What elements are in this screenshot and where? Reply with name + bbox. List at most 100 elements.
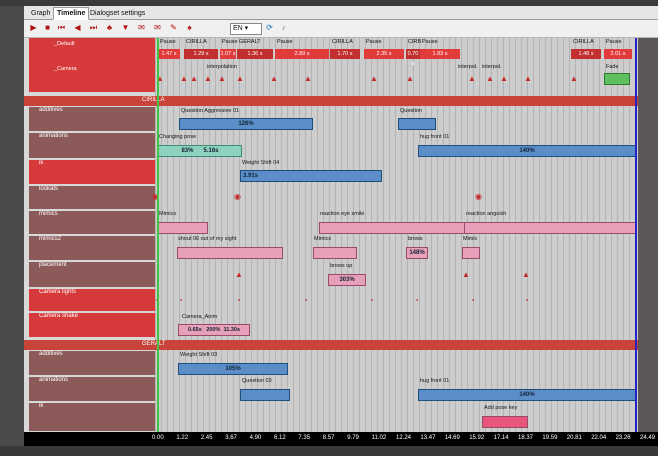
track-label-additives[interactable]: additives xyxy=(29,107,155,131)
clip-animation[interactable]: 140% xyxy=(418,389,636,401)
default-block[interactable]: 1.36 s xyxy=(237,49,273,59)
camera-key-icon[interactable]: ▲ xyxy=(570,74,578,83)
clip-additive[interactable]: 105% xyxy=(178,363,288,375)
clip-mimic[interactable] xyxy=(319,222,469,234)
tab-dialogset-settings[interactable]: Dialogset settings xyxy=(86,7,149,20)
light-event-icon[interactable]: ◔ xyxy=(524,296,529,305)
group-header-geralt[interactable]: GERALT xyxy=(24,340,638,350)
clip-additive[interactable] xyxy=(398,118,436,130)
ruler-tick: 22.04 xyxy=(591,435,607,441)
rewind-start-icon[interactable]: ⏮ xyxy=(56,22,67,33)
flag-icon[interactable]: ♠ xyxy=(184,22,195,33)
clip-ik[interactable]: 3.91s xyxy=(240,170,382,182)
track-label-animations[interactable]: animations xyxy=(29,133,155,158)
track-label-camera-shake[interactable]: Camera shake xyxy=(29,313,155,337)
dialog-alt-icon[interactable]: ✉ xyxy=(152,22,163,33)
camera-key-icon[interactable]: ▲ xyxy=(468,74,476,83)
triangle-down-icon[interactable]: ▼ xyxy=(120,22,131,33)
camera-key-icon[interactable]: ▲ xyxy=(204,74,212,83)
stop-icon[interactable]: ■ xyxy=(42,22,53,33)
clip-mimic[interactable] xyxy=(313,247,357,259)
track-label-additives[interactable]: additives xyxy=(29,351,155,375)
default-block[interactable]: 1.48 s xyxy=(571,49,601,59)
clip-mimic[interactable] xyxy=(158,222,208,234)
default-block[interactable]: 2.35 s xyxy=(364,49,404,59)
placement-event-icon[interactable]: ▲ xyxy=(522,270,530,279)
time-ruler[interactable]: 0.00 1.22 2.45 3.67 4.90 6.12 7.35 8.57 9.79 11.0… xyxy=(24,432,658,446)
camera-fade-block[interactable] xyxy=(604,73,630,85)
default-block[interactable]: 1.70 s xyxy=(330,49,360,59)
placement-event-icon[interactable]: ▲ xyxy=(235,270,243,279)
camera-key-icon[interactable]: ▲ xyxy=(190,74,198,83)
clip-placement[interactable]: 303% xyxy=(328,274,366,286)
light-event-icon[interactable]: ◔ xyxy=(236,296,241,305)
tab-timeline[interactable]: Timeline xyxy=(53,7,90,20)
light-event-icon[interactable]: ◔ xyxy=(303,296,308,305)
dialog-icon[interactable]: ✉ xyxy=(136,22,147,33)
default-block-label: Pause xyxy=(366,39,382,45)
clip-camera-shake[interactable]: 0.65s 200% 11.30s xyxy=(178,324,250,336)
clip-animation[interactable]: 140% xyxy=(418,145,636,157)
track-label-ik[interactable]: ik xyxy=(29,160,155,184)
clip-mimic[interactable] xyxy=(464,222,636,234)
clip-value: 83% xyxy=(181,148,194,154)
refresh-icon[interactable]: ⟳ xyxy=(264,22,275,33)
lookat-event-icon[interactable]: ◉ xyxy=(475,192,482,201)
playhead[interactable] xyxy=(157,38,159,446)
default-block[interactable]: 0.70 s xyxy=(406,49,420,67)
camera-key-icon[interactable]: ▲ xyxy=(500,74,508,83)
camera-key-icon[interactable]: ▲ xyxy=(236,74,244,83)
group-header-cirilla[interactable]: CIRILLA xyxy=(24,96,638,106)
clip-ik[interactable] xyxy=(482,416,528,428)
camera-key-icon[interactable]: ▲ xyxy=(180,74,188,83)
default-block[interactable]: 1.83 s xyxy=(420,49,460,59)
camera-key-icon[interactable]: ▲ xyxy=(370,74,378,83)
default-block[interactable]: 1.29 s xyxy=(184,49,218,59)
clip-animation[interactable]: 83% 5.16s xyxy=(158,145,242,157)
group-name-geralt: GERALT xyxy=(142,341,166,347)
light-event-icon[interactable]: ◔ xyxy=(470,296,475,305)
track-label-mimics[interactable]: mimics xyxy=(29,211,155,234)
end-marker[interactable] xyxy=(635,38,637,432)
track-row-camera-lights: Camera lights ◔ ◔ ◔ ◔ ◔ ◔ ◔ ◔ xyxy=(24,288,638,312)
track-row-geralt-animations: animations Question 03 hug front 01 140% xyxy=(24,376,638,402)
clip-mimic[interactable] xyxy=(462,247,480,259)
track-label-camera-lights[interactable]: Camera lights xyxy=(29,289,155,311)
clip-mimic[interactable] xyxy=(177,247,283,259)
track-label-mimics2[interactable]: mimics2 xyxy=(29,236,155,260)
camera-key-icon[interactable]: ▲ xyxy=(218,74,226,83)
default-block[interactable]: 1.47 s xyxy=(158,49,180,59)
comment-icon[interactable]: ✎ xyxy=(168,22,179,33)
speaker-icon[interactable]: ♪ xyxy=(278,22,289,33)
default-block-duration: 1.83 s xyxy=(432,51,448,57)
lookat-event-icon[interactable]: ◉ xyxy=(234,192,241,201)
light-event-icon[interactable]: ◔ xyxy=(414,296,419,305)
clip-mimic[interactable]: 148% xyxy=(406,247,428,259)
tab-graph[interactable]: Graph xyxy=(27,7,54,20)
camera-key-icon[interactable]: ▲ xyxy=(406,74,414,83)
camera-key-icon[interactable]: ▲ xyxy=(270,74,278,83)
track-label-animations[interactable]: animations xyxy=(29,377,155,401)
step-back-icon[interactable]: ◀ xyxy=(72,22,83,33)
clip-animation[interactable] xyxy=(240,389,290,401)
play-icon[interactable]: ▶ xyxy=(28,22,39,33)
track-label-placement[interactable]: placement xyxy=(29,262,155,287)
clip-additive[interactable]: 126% xyxy=(179,118,313,130)
track-label-lookats[interactable]: lookats xyxy=(29,186,155,209)
language-select[interactable]: EN ▾ xyxy=(230,23,262,35)
placement-event-icon[interactable]: ▲ xyxy=(462,270,470,279)
light-event-icon[interactable]: ◔ xyxy=(178,296,183,305)
camera-key-icon[interactable]: ▲ xyxy=(524,74,532,83)
default-block[interactable]: 1.07 s xyxy=(220,49,236,59)
light-event-icon[interactable]: ◔ xyxy=(369,296,374,305)
default-block[interactable]: 2.89 s xyxy=(275,49,329,59)
track-label-camera[interactable] xyxy=(29,62,155,92)
track-name: ik xyxy=(39,160,44,166)
track-label-ik[interactable]: ik xyxy=(29,403,155,431)
forward-end-icon[interactable]: ⏭ xyxy=(88,22,99,33)
default-block[interactable]: 2.01 s xyxy=(604,49,632,59)
camera-key-icon[interactable]: ▲ xyxy=(304,74,312,83)
camera-key-icon[interactable]: ▲ xyxy=(486,74,494,83)
track-label-default[interactable] xyxy=(29,38,155,62)
marker-icon[interactable]: ♣ xyxy=(104,22,115,33)
